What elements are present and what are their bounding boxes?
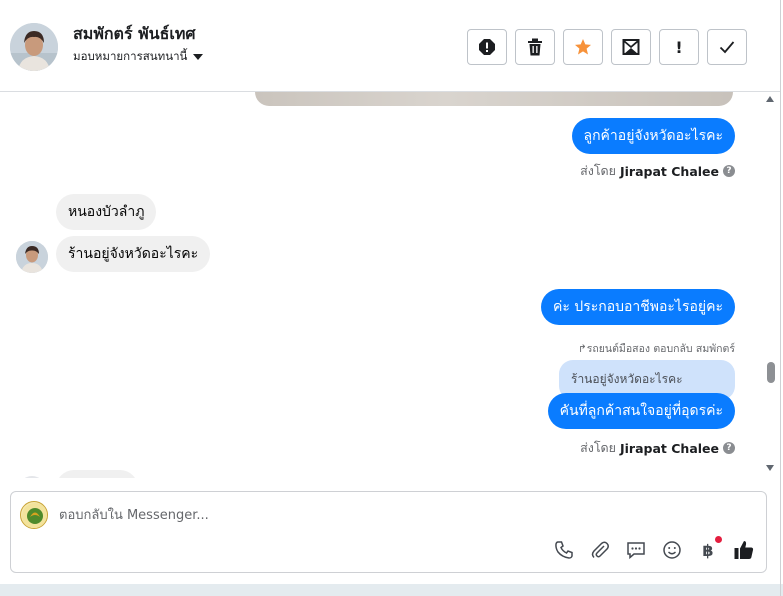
- trash-icon: [528, 38, 542, 56]
- page-footer-strip: [0, 584, 783, 596]
- mark-unread-button[interactable]: [611, 29, 651, 65]
- sent-by-agent: Jirapat Chalee: [620, 163, 719, 179]
- message-outgoing[interactable]: คันที่ลูกค้าสนใจอยู่ที่อุดรค่ะ: [547, 393, 735, 429]
- reply-context-note: ↱รถยนต์มือสอง ตอบกลับ สมพักตร์: [577, 343, 735, 355]
- contact-avatar[interactable]: [10, 23, 58, 71]
- message-thread[interactable]: ลูกค้าอยู่จังหวัดอะไรคะ ส่งโดย Jirapat C…: [0, 92, 765, 478]
- scrollbar-thumb[interactable]: [767, 362, 775, 383]
- star-button[interactable]: [563, 29, 603, 65]
- conversation-header: สมพักตร์ พันธ์เทศ มอบหมายการสนทนานี้ !: [0, 0, 780, 92]
- message-incoming-partial: [56, 470, 138, 478]
- conversation-panel: สมพักตร์ พันธ์เทศ มอบหมายการสนทนานี้ ! ล…: [0, 0, 783, 596]
- sent-by-label: ส่งโดย Jirapat Chalee ?: [580, 161, 735, 181]
- reply-input[interactable]: [59, 503, 559, 527]
- message-incoming[interactable]: ร้านอยู่จังหวัดอะไรคะ: [56, 236, 211, 272]
- follow-up-button[interactable]: !: [659, 29, 699, 65]
- reply-composer: ฿: [10, 491, 767, 573]
- message-outgoing[interactable]: ลูกค้าอยู่จังหวัดอะไรคะ: [571, 118, 735, 154]
- sent-by-prefix: ส่งโดย: [580, 440, 616, 455]
- scroll-down-arrow[interactable]: [766, 465, 774, 471]
- contact-name: สมพักตร์ พันธ์เทศ: [73, 24, 196, 43]
- envelope-icon: [622, 39, 640, 55]
- delete-button[interactable]: [515, 29, 555, 65]
- sent-by-label: ส่งโดย Jirapat Chalee ?: [580, 438, 735, 458]
- notification-dot: [715, 536, 722, 543]
- checkmark-icon: [719, 41, 735, 54]
- assign-conversation-dropdown[interactable]: มอบหมายการสนทนานี้: [73, 48, 204, 66]
- paperclip-icon[interactable]: [589, 539, 611, 561]
- message-incoming[interactable]: หนองบัวลำภู: [56, 194, 157, 230]
- mark-done-button[interactable]: [707, 29, 747, 65]
- message-outgoing[interactable]: ค่ะ ประกอบอาชีพอะไรอยู่คะ: [540, 289, 735, 325]
- mark-spam-button[interactable]: [467, 29, 507, 65]
- help-icon[interactable]: ?: [723, 165, 735, 177]
- star-icon: [575, 39, 591, 55]
- photo-attachment[interactable]: [255, 92, 733, 106]
- phone-icon[interactable]: [553, 539, 575, 561]
- alert-octagon-icon: [479, 39, 495, 55]
- caret-down-icon: [193, 54, 204, 60]
- page-avatar: [20, 501, 48, 529]
- help-icon[interactable]: ?: [723, 442, 735, 454]
- panel-border: [780, 0, 781, 596]
- sent-by-prefix: ส่งโดย: [580, 163, 616, 178]
- saved-reply-icon[interactable]: [625, 539, 647, 561]
- contact-avatar-partial: [18, 476, 46, 478]
- contact-avatar-small[interactable]: [16, 241, 48, 273]
- emoji-icon[interactable]: [661, 539, 683, 561]
- sent-by-agent: Jirapat Chalee: [620, 440, 719, 456]
- thumbs-up-icon[interactable]: [733, 539, 755, 561]
- assign-label: มอบหมายการสนทนานี้: [73, 49, 188, 63]
- scroll-up-arrow[interactable]: [766, 96, 774, 102]
